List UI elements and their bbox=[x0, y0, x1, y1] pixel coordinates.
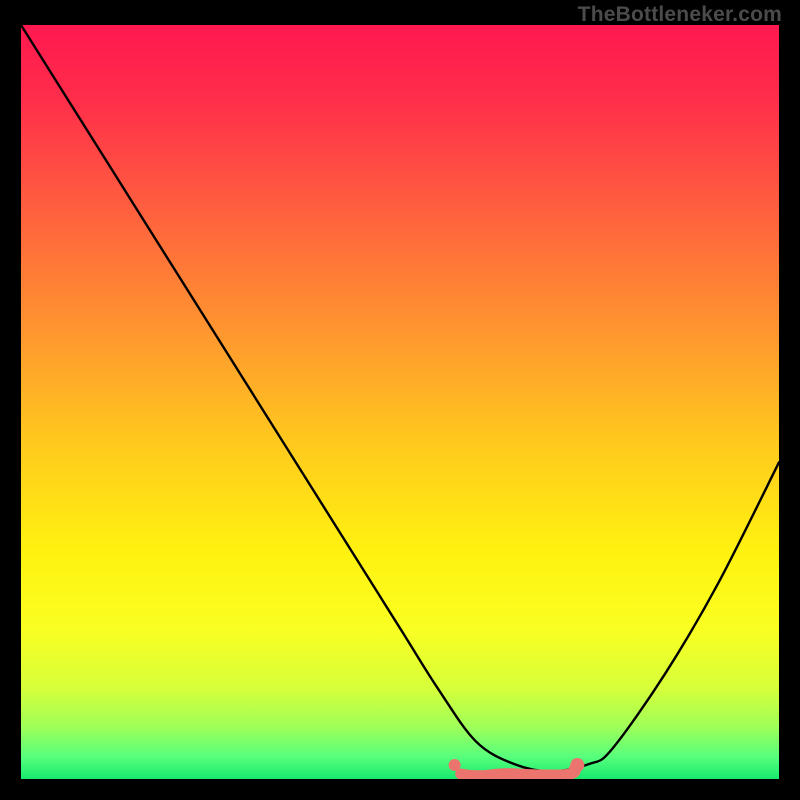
plateau-marker bbox=[461, 769, 576, 776]
bottleneck-curve bbox=[21, 25, 779, 779]
attribution-label: TheBottleneker.com bbox=[578, 3, 782, 27]
chart-stage: TheBottleneker.com bbox=[0, 0, 800, 800]
plot-area bbox=[21, 25, 779, 779]
plateau-end-dot bbox=[570, 758, 584, 772]
curve-path bbox=[21, 25, 779, 771]
plateau-start-dot bbox=[449, 759, 461, 771]
